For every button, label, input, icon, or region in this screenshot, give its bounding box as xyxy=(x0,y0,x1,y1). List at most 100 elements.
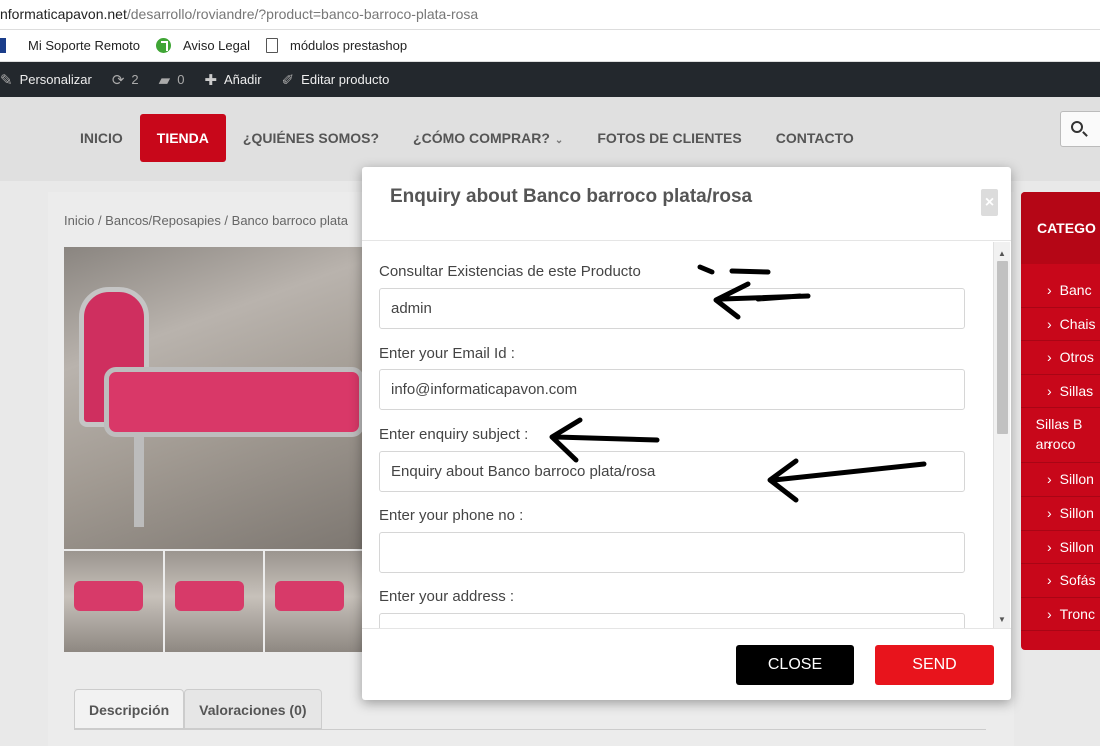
address-label: Enter your address : xyxy=(379,588,515,605)
modal-title: Enquiry about Banco barroco plata/rosa xyxy=(390,186,753,207)
remote-support-icon xyxy=(0,38,6,53)
bookmark-label: Mi Soporte Remoto xyxy=(28,38,140,53)
category-item[interactable]: › Sillon xyxy=(1021,497,1100,531)
updates-icon: ⟳ xyxy=(111,71,125,89)
category-item[interactable]: › Tronc xyxy=(1021,598,1100,632)
category-sidebar: CATEGO › Banc › Chais › Otros › Sillas ›Sill… xyxy=(1021,192,1100,650)
admin-comments[interactable]: ▰ 0 xyxy=(159,71,185,89)
category-label: Tronc xyxy=(1059,605,1095,622)
admin-customize-label: Personalizar xyxy=(19,72,92,87)
category-label: Sillas Barroco xyxy=(1035,416,1083,453)
address-input[interactable] xyxy=(379,613,965,628)
nav-como-comprar-label: ¿CÓMO COMPRAR? xyxy=(413,130,550,146)
nav-quienes-somos[interactable]: ¿QUIÉNES SOMOS? xyxy=(226,114,396,162)
chevron-right-icon: › xyxy=(1047,605,1052,622)
breadcrumb: Inicio / Bancos/Reposapies / Banco barro… xyxy=(64,213,349,228)
bench-seat-shape xyxy=(104,367,364,437)
search-button[interactable] xyxy=(1060,111,1100,147)
stock-query-label: Consultar Existencias de este Producto xyxy=(379,263,641,280)
phone-input[interactable] xyxy=(379,532,965,573)
bookmark-aviso-legal[interactable]: Aviso Legal xyxy=(156,38,250,53)
modal-body: Consultar Existencias de este Producto E… xyxy=(362,242,1011,628)
subject-label: Enter enquiry subject : xyxy=(379,426,529,443)
category-label: Sillas xyxy=(1059,382,1094,399)
category-label: Otros xyxy=(1059,349,1094,366)
tab-descripcion[interactable]: Descripción xyxy=(74,689,185,729)
brush-icon: ✎ xyxy=(0,71,13,89)
modal-header: Enquiry about Banco barroco plata/rosa × xyxy=(362,167,1011,241)
nav-contacto[interactable]: CONTACTO xyxy=(759,114,871,162)
product-thumbnails xyxy=(64,551,365,652)
product-thumbnail[interactable] xyxy=(64,551,163,652)
main-nav: INICIO TIENDA ¿QUIÉNES SOMOS? ¿CÓMO COMP… xyxy=(63,114,871,162)
green-check-icon xyxy=(156,38,171,53)
admin-edit-product-label: Editar producto xyxy=(301,72,390,87)
category-item[interactable]: › Chais xyxy=(1021,308,1100,342)
product-image[interactable] xyxy=(64,247,364,549)
close-icon[interactable]: × xyxy=(981,189,998,216)
product-thumbnail[interactable] xyxy=(164,551,264,652)
nav-tienda[interactable]: TIENDA xyxy=(139,114,226,162)
category-label: Chais xyxy=(1059,315,1096,332)
comment-icon: ▰ xyxy=(158,71,171,89)
category-label: Sofás xyxy=(1059,572,1096,589)
modal-scrollbar[interactable]: ▲ ▼ xyxy=(993,242,1010,628)
chevron-right-icon: › xyxy=(1047,315,1052,332)
category-item[interactable]: › Sillon xyxy=(1021,463,1100,497)
pencil-icon: ✐ xyxy=(281,71,295,89)
plus-icon: ✚ xyxy=(204,71,218,89)
subject-input[interactable] xyxy=(379,451,965,492)
category-item[interactable]: › Sillon xyxy=(1021,531,1100,565)
category-item[interactable]: › Otros xyxy=(1021,341,1100,375)
url-path: /desarrollo/roviandre/?product=banco-bar… xyxy=(126,6,479,22)
url-host: nformaticapavon.net xyxy=(0,6,127,22)
category-title: CATEGO xyxy=(1021,192,1100,264)
product-tabs: Descripción Valoraciones (0) xyxy=(74,689,322,729)
product-thumbnail[interactable] xyxy=(265,551,365,652)
enquiry-modal: Enquiry about Banco barroco plata/rosa ×… xyxy=(362,167,1011,700)
close-button[interactable]: CLOSE xyxy=(736,645,854,685)
tab-valoraciones[interactable]: Valoraciones (0) xyxy=(184,689,322,729)
category-label: Sillon xyxy=(1059,471,1094,488)
category-label: Banc xyxy=(1059,282,1092,298)
email-input[interactable] xyxy=(379,369,965,410)
page-icon xyxy=(265,38,278,53)
nav-fotos-clientes[interactable]: FOTOS DE CLIENTES xyxy=(580,114,758,162)
search-icon xyxy=(1071,121,1083,133)
send-button[interactable]: SEND xyxy=(875,645,994,685)
bookmark-mi-soporte-remoto[interactable]: Mi Soporte Remoto xyxy=(0,38,140,53)
chevron-right-icon: › xyxy=(1047,471,1052,488)
email-label: Enter your Email Id : xyxy=(379,345,515,362)
chevron-right-icon: › xyxy=(1047,504,1052,521)
comments-count: 0 xyxy=(177,72,185,87)
updates-count: 2 xyxy=(131,72,139,87)
category-list: › Banc › Chais › Otros › Sillas ›Sillas Barr… xyxy=(1021,264,1100,632)
admin-edit-product[interactable]: ✐ Editar producto xyxy=(282,71,390,89)
bookmark-modulos-prestashop[interactable]: módulos prestashop xyxy=(265,38,408,53)
nav-como-comprar[interactable]: ¿CÓMO COMPRAR? ⌄ xyxy=(396,114,580,162)
bookmark-label: módulos prestashop xyxy=(289,38,408,53)
modal-footer: CLOSE SEND xyxy=(362,628,1011,700)
category-label: Sillon xyxy=(1059,504,1094,521)
chevron-right-icon: › xyxy=(1047,282,1052,298)
category-item[interactable]: › Sofás xyxy=(1021,564,1100,598)
admin-bar: ✎ Personalizar ⟳ 2 ▰ 0 ✚ Añadir ✐ Editar… xyxy=(0,62,1100,97)
scroll-down-icon[interactable]: ▼ xyxy=(998,615,1006,624)
chevron-right-icon: › xyxy=(1047,538,1052,555)
nav-inicio[interactable]: INICIO xyxy=(63,114,140,162)
phone-label: Enter your phone no : xyxy=(379,507,524,524)
scroll-thumb[interactable] xyxy=(997,261,1008,434)
admin-updates[interactable]: ⟳ 2 xyxy=(112,71,139,89)
category-item[interactable]: ›Sillas Barroco xyxy=(1021,408,1100,464)
admin-add-new[interactable]: ✚ Añadir xyxy=(204,71,261,89)
name-input[interactable] xyxy=(379,288,965,329)
chevron-down-icon: ⌄ xyxy=(554,135,564,146)
category-item[interactable]: › Sillas xyxy=(1021,375,1100,409)
admin-add-new-label: Añadir xyxy=(224,72,262,87)
bookmark-label: Aviso Legal xyxy=(183,38,250,53)
category-item[interactable]: › Banc xyxy=(1021,274,1100,308)
address-bar[interactable]: nformaticapavon.net/desarrollo/roviandre… xyxy=(0,0,1100,30)
scroll-up-icon[interactable]: ▲ xyxy=(998,249,1006,258)
chevron-right-icon: › xyxy=(1047,572,1052,589)
admin-customize[interactable]: ✎ Personalizar xyxy=(0,71,92,89)
